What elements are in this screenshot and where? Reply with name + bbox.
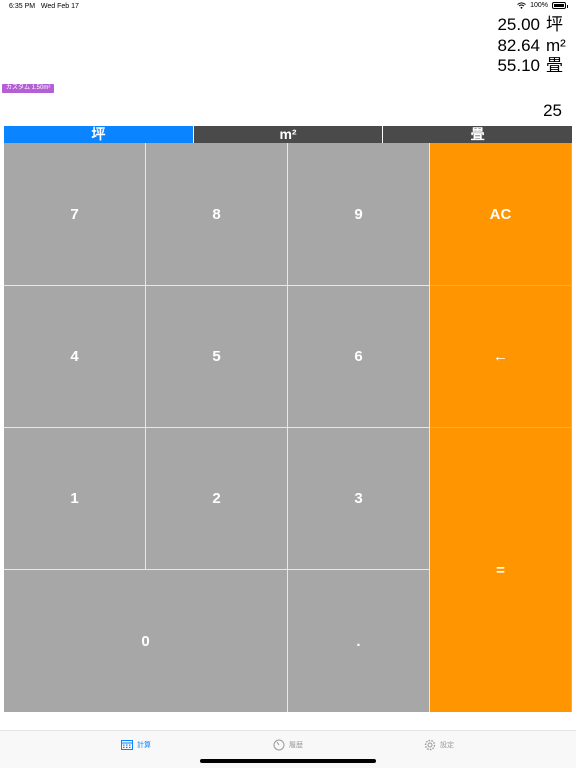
unit-tab-square-meter[interactable]: m² <box>193 126 384 143</box>
key-7[interactable]: 7 <box>4 143 146 286</box>
equals-button[interactable]: = <box>430 428 572 712</box>
history-icon <box>273 739 285 751</box>
battery-percent: 100% <box>530 2 548 9</box>
result-value: 82.64 <box>497 35 540 55</box>
key-5[interactable]: 5 <box>146 286 288 428</box>
key-6[interactable]: 6 <box>288 286 430 428</box>
status-bar: 6:35 PM Wed Feb 17 100% <box>0 0 576 14</box>
key-0[interactable]: 0 <box>4 570 288 712</box>
tab-settings[interactable]: 設定 <box>424 739 454 751</box>
gear-icon <box>424 739 436 751</box>
tab-calculate[interactable]: 計算 <box>121 739 151 751</box>
key-2[interactable]: 2 <box>146 428 288 570</box>
unit-tab-tsubo[interactable]: 坪 <box>4 126 194 143</box>
key-1[interactable]: 1 <box>4 428 146 570</box>
key-8[interactable]: 8 <box>146 143 288 286</box>
result-unit: 坪 <box>546 15 563 34</box>
unit-tab-jo[interactable]: 畳 <box>383 126 573 143</box>
keypad: 7 8 9 AC 4 5 6 ← 1 2 3 = 0 . <box>4 143 572 712</box>
backspace-button[interactable]: ← <box>430 286 572 428</box>
result-jo: 55.10 畳 <box>497 56 563 76</box>
wifi-icon <box>517 2 526 9</box>
calculator-icon <box>121 740 133 750</box>
result-tsubo: 25.00 坪 <box>497 15 563 35</box>
result-value: 25.00 <box>497 15 540 34</box>
conversion-results: 25.00 坪 82.64 m² 55.10 畳 <box>497 15 566 77</box>
home-indicator <box>200 759 376 763</box>
tab-history[interactable]: 履歴 <box>273 739 303 751</box>
tab-label: 履歴 <box>289 742 303 749</box>
key-4[interactable]: 4 <box>4 286 146 428</box>
battery-level <box>554 4 564 7</box>
status-time-date: 6:35 PM Wed Feb 17 <box>9 3 79 10</box>
result-square-meter: 82.64 m² <box>497 35 566 56</box>
battery-icon <box>552 2 568 9</box>
clear-button[interactable]: AC <box>430 143 572 286</box>
result-unit: 畳 <box>546 56 563 75</box>
unit-selector: 坪 m² 畳 <box>4 126 573 143</box>
tab-label: 計算 <box>137 742 151 749</box>
status-indicators: 100% <box>517 2 568 9</box>
tab-label: 設定 <box>440 742 454 749</box>
result-unit: m² <box>546 35 566 55</box>
key-3[interactable]: 3 <box>288 428 430 570</box>
status-date: Wed Feb 17 <box>40 3 79 10</box>
key-9[interactable]: 9 <box>288 143 430 286</box>
result-value: 55.10 <box>497 56 540 75</box>
input-display: 25 <box>543 101 562 120</box>
key-decimal[interactable]: . <box>288 570 430 712</box>
status-time: 6:35 PM <box>9 3 36 10</box>
custom-size-badge: カスタム 1.50m² <box>2 84 55 93</box>
